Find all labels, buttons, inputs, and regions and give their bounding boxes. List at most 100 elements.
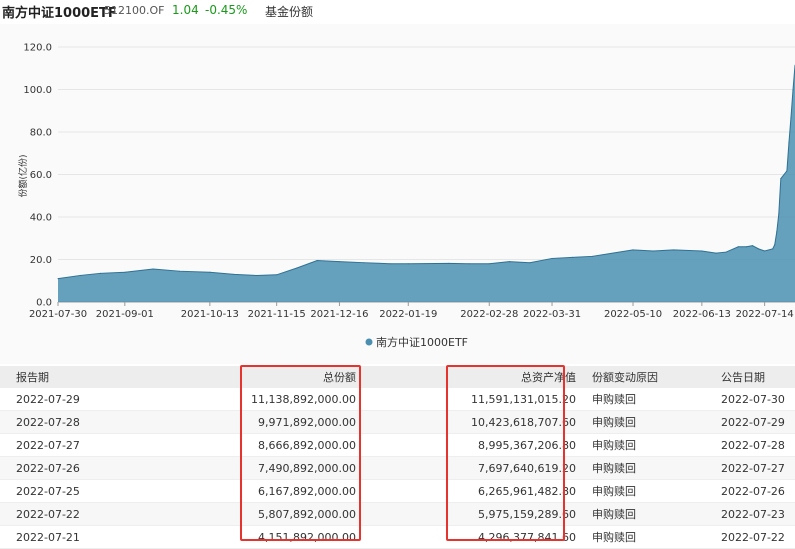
cell-total-shares: 4,151,892,000.00: [156, 525, 376, 549]
cell-total-net-assets: 4,296,377,841.60: [376, 525, 586, 549]
y-tick-label: 120.0: [23, 43, 52, 54]
cell-announce-date: 2022-07-28: [717, 433, 795, 457]
data-point: [571, 256, 573, 258]
share-table-wrap: 报告期 总份额 总资产净值 份额变动原因 公告日期 2022-07-29 11,…: [0, 366, 795, 549]
legend-marker: [365, 338, 373, 346]
share-chart: 120.0 100.0 80.0 60.0 40.0 20.0 0.0 2021-07-30…: [17, 43, 795, 349]
data-point: [725, 251, 727, 253]
data-point: [757, 248, 760, 250]
cell-report-date: 2022-07-25: [0, 479, 156, 503]
data-point: [737, 246, 739, 248]
data-point: [57, 278, 59, 280]
x-tick-label: 2022-07-14: [736, 309, 794, 320]
x-tick-label: 2021-09-01: [96, 309, 154, 320]
data-point: [774, 244, 776, 246]
data-point: [255, 274, 258, 277]
series-area: [58, 65, 795, 303]
cell-change-reason: 申购赎回: [586, 456, 717, 480]
data-point: [209, 271, 211, 273]
cell-report-date: 2022-07-28: [0, 410, 156, 434]
data-point: [745, 246, 748, 248]
x-tick-label: 2022-01-19: [379, 309, 437, 320]
fund-change: -0.45%: [205, 3, 248, 17]
cell-total-net-assets: 7,697,640,619.20: [376, 456, 586, 480]
y-tick-label: 0.0: [36, 298, 52, 309]
data-point: [124, 271, 126, 273]
cell-total-shares: 8,666,892,000.00: [156, 433, 376, 457]
cell-change-reason: 申购赎回: [586, 388, 717, 411]
data-point: [233, 273, 235, 275]
data-point: [508, 261, 511, 263]
legend[interactable]: 南方中证1000ETF: [365, 335, 469, 349]
cell-total-shares: 7,490,892,000.00: [156, 456, 376, 480]
table-row: 2022-07-22 5,807,892,000.00 5,975,159,28…: [0, 502, 795, 526]
cell-report-date: 2022-07-21: [0, 525, 156, 549]
x-tick-label: 2022-02-28: [460, 309, 518, 320]
data-point: [407, 263, 409, 265]
col-header-announce-date[interactable]: 公告日期: [717, 366, 795, 388]
series-line: [57, 65, 795, 280]
data-point: [790, 117, 792, 119]
cell-total-shares: 6,167,892,000.00: [156, 479, 376, 503]
cell-total-net-assets: 10,423,618,707.60: [376, 410, 586, 434]
y-tick-label: 60.0: [30, 170, 52, 181]
data-point: [672, 249, 675, 251]
table-row: 2022-07-27 8,666,892,000.00 8,995,367,20…: [0, 433, 795, 457]
share-table: 报告期 总份额 总资产净值 份额变动原因 公告日期 2022-07-29 11,…: [0, 366, 795, 549]
col-header-total-net-assets[interactable]: 总资产净值: [376, 366, 586, 388]
data-point: [529, 262, 531, 264]
cell-total-net-assets: 8,995,367,206.80: [376, 433, 586, 457]
col-header-change-reason[interactable]: 份额变动原因: [586, 366, 717, 388]
data-point: [772, 248, 774, 250]
cell-report-date: 2022-07-27: [0, 433, 156, 457]
cell-change-reason: 申购赎回: [586, 410, 717, 434]
cell-total-shares: 9,971,892,000.00: [156, 410, 376, 434]
legend-label: 南方中证1000ETF: [376, 335, 468, 349]
cell-change-reason: 申购赎回: [586, 433, 717, 457]
data-point: [488, 263, 490, 265]
table-row: 2022-07-29 11,138,892,000.00 11,591,131,…: [0, 388, 795, 411]
fund-price: 1.04: [172, 3, 199, 17]
x-tick-label: 2021-12-16: [310, 309, 368, 320]
data-point: [632, 249, 634, 251]
table-header-row: 报告期 总份额 总资产净值 份额变动原因 公告日期: [0, 366, 795, 388]
data-point: [788, 142, 790, 144]
fund-header: 南方中证1000ETF 512100.OF 1.04 -0.45% 基金份额: [0, 0, 795, 24]
cell-announce-date: 2022-07-27: [717, 456, 795, 480]
data-point: [468, 263, 470, 265]
data-point: [79, 274, 81, 277]
x-tick-label: 2021-11-15: [248, 309, 306, 320]
data-point: [786, 170, 788, 172]
cell-announce-date: 2022-07-29: [717, 410, 795, 434]
data-point: [792, 89, 794, 91]
data-point: [715, 252, 717, 254]
data-point: [338, 261, 341, 263]
cell-total-shares: 11,138,892,000.00: [156, 388, 376, 411]
data-point: [764, 250, 766, 252]
col-header-total-shares[interactable]: 总份额: [156, 366, 376, 388]
y-tick-label: 40.0: [30, 213, 52, 224]
tab-fund-shares[interactable]: 基金份额: [265, 3, 313, 20]
x-tick-label: 2022-06-13: [673, 309, 731, 320]
cell-change-reason: 申购赎回: [586, 525, 717, 549]
data-point: [778, 213, 780, 215]
col-header-report-date[interactable]: 报告期: [0, 366, 156, 388]
data-point: [591, 255, 594, 257]
y-tick-label: 20.0: [30, 255, 52, 266]
cell-total-net-assets: 5,975,159,289.60: [376, 502, 586, 526]
x-tick-label: 2022-03-31: [523, 309, 581, 320]
cell-announce-date: 2022-07-22: [717, 525, 795, 549]
cell-total-shares: 5,807,892,000.00: [156, 502, 376, 526]
y-tick-label: 100.0: [23, 85, 52, 96]
cell-report-date: 2022-07-26: [0, 456, 156, 480]
cell-total-net-assets: 11,591,131,015.20: [376, 388, 586, 411]
data-point: [776, 231, 778, 233]
x-tick-label: 2021-07-30: [29, 309, 87, 320]
data-point: [152, 268, 154, 270]
cell-change-reason: 申购赎回: [586, 502, 717, 526]
table-row: 2022-07-25 6,167,892,000.00 6,265,961,48…: [0, 479, 795, 503]
table-row: 2022-07-28 9,971,892,000.00 10,423,618,7…: [0, 410, 795, 434]
data-point: [652, 250, 654, 252]
data-point: [389, 263, 391, 265]
x-tick-label: 2021-10-13: [181, 309, 239, 320]
